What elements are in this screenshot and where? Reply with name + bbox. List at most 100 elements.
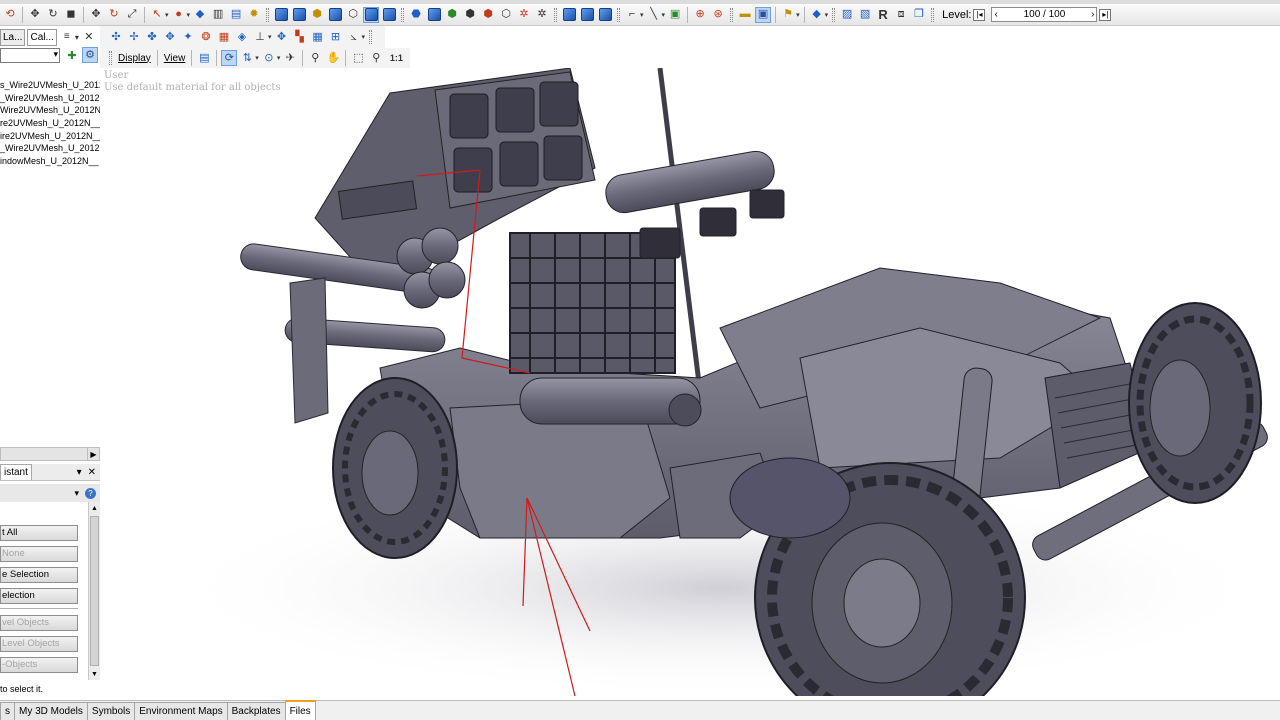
buggy-model[interactable] — [100, 68, 1280, 696]
tab-environment-maps[interactable]: Environment Maps — [134, 702, 228, 720]
tab-catalog-partial[interactable]: s — [0, 702, 15, 720]
tab-symbols[interactable]: Symbols — [86, 702, 136, 720]
undo-icon[interactable]: ⟲ — [2, 7, 18, 23]
snap-center-icon[interactable]: ◈ — [234, 29, 250, 45]
light-icon[interactable]: ✹ — [246, 7, 262, 23]
tree-item[interactable]: indowMesh_U_2012N__ — [0, 155, 100, 168]
toolbar-grip[interactable] — [266, 7, 270, 22]
scale-object-icon[interactable]: ⤢ — [124, 7, 140, 23]
page-icon[interactable]: ▤ — [196, 50, 212, 66]
snap-plane-icon[interactable]: ✣ — [108, 29, 124, 45]
rotate-icon[interactable]: ↻ — [45, 7, 61, 23]
dimension-icon[interactable]: ▣ — [667, 7, 683, 23]
list-menu-icon[interactable]: ≡ — [59, 29, 75, 45]
toolbar-grip[interactable] — [832, 7, 836, 22]
cube-group2-icon[interactable] — [579, 7, 595, 23]
scene-filter-select[interactable] — [0, 48, 60, 63]
tree-item[interactable]: re2UVMesh_U_2012N__ — [0, 117, 100, 130]
grid-icon[interactable]: ▦ — [310, 29, 326, 45]
move-icon[interactable]: ✥ — [27, 7, 43, 23]
level-last-button[interactable]: ▸| — [1099, 8, 1112, 21]
zoom-1to1-button[interactable]: 1:1 — [386, 50, 406, 66]
tab-catalog[interactable]: Cal... — [27, 28, 57, 46]
display-menu[interactable]: Display — [116, 53, 153, 64]
invert-selection-button[interactable]: e Selection — [0, 567, 78, 583]
toolbar-grip[interactable] — [931, 7, 935, 22]
tab-backplates[interactable]: Backplates — [226, 702, 286, 720]
cube-outline-icon[interactable]: ⬡ — [498, 7, 514, 23]
fly-icon[interactable]: ✈ — [282, 50, 298, 66]
help-icon[interactable]: ? — [85, 487, 96, 499]
snap-edge-icon[interactable]: ✦ — [180, 29, 196, 45]
tree-item[interactable]: Wire2UVMesh_U_2012N__ — [0, 104, 100, 117]
bookmark-icon[interactable]: ▚ — [292, 29, 308, 45]
points-icon[interactable]: ✲ — [534, 7, 550, 23]
tab-layers[interactable]: La... — [0, 28, 26, 46]
explode-icon[interactable]: ✲ — [516, 7, 532, 23]
level-stepper[interactable]: ‹ 100 / 100 › — [991, 7, 1098, 22]
toolbar-grip[interactable] — [401, 7, 405, 22]
pan-hand-icon[interactable]: ✋ — [325, 50, 341, 66]
add-icon[interactable]: ✚ — [64, 48, 80, 64]
measure-icon[interactable]: ⦣ — [346, 29, 362, 45]
cube-wire-icon[interactable]: ⬡ — [345, 7, 361, 23]
chevron-down-icon[interactable]: ▾ — [75, 33, 79, 42]
top-level-objects-button[interactable]: vel Objects — [0, 615, 78, 631]
cube-group-icon[interactable] — [561, 7, 577, 23]
rotate-object-icon[interactable]: ↻ — [106, 7, 122, 23]
zoom-window-icon[interactable]: ⬚ — [350, 50, 366, 66]
window-icon[interactable]: ❐ — [911, 7, 927, 23]
render-icon[interactable]: ◆ — [192, 7, 208, 23]
scroll-right-icon[interactable]: ▶ — [87, 448, 99, 460]
multi-hatch-icon[interactable]: ▧ — [857, 7, 873, 23]
cube-top-icon[interactable] — [291, 7, 307, 23]
hide-selection-button[interactable]: election — [0, 588, 78, 604]
zoom-icon[interactable]: ⊕ — [692, 7, 708, 23]
cube-blue-icon[interactable] — [426, 7, 442, 23]
sub-objects-button[interactable]: -Objects — [0, 657, 78, 673]
snap-grid-icon[interactable]: ✤ — [144, 29, 160, 45]
chevron-down-icon[interactable]: ▾ — [74, 488, 79, 499]
hatch-icon[interactable]: ▨ — [839, 7, 855, 23]
chevron-down-icon[interactable]: ▾ — [796, 11, 800, 19]
scroll-down-icon[interactable]: ▼ — [89, 668, 100, 680]
chevron-down-icon[interactable]: ▾ — [255, 54, 259, 62]
scroll-thumb[interactable] — [90, 516, 99, 666]
move-object-icon[interactable]: ✥ — [88, 7, 104, 23]
tab-assistant[interactable]: istant — [0, 464, 32, 480]
same-level-objects-button[interactable]: Level Objects — [0, 636, 78, 652]
sketch-icon[interactable]: ⌐ — [624, 7, 640, 23]
cube-green-icon[interactable]: ⬢ — [444, 7, 460, 23]
cube-dark-icon[interactable]: ⬢ — [462, 7, 478, 23]
chevron-down-icon[interactable]: ▾ — [165, 11, 169, 19]
3d-viewport[interactable]: User Use default material for all object… — [100, 68, 1280, 696]
zoom-fit-icon[interactable]: ⚲ — [368, 50, 384, 66]
select-all-button[interactable]: t All — [0, 525, 78, 541]
toolbar-grip[interactable] — [109, 51, 112, 65]
minus-icon[interactable]: ▬ — [737, 7, 753, 23]
scroll-up-icon[interactable]: ▲ — [89, 502, 100, 514]
snap-point-icon[interactable]: ✥ — [162, 29, 178, 45]
close-icon[interactable]: ✕ — [81, 29, 97, 45]
toolbar-grip[interactable] — [730, 7, 734, 22]
select-none-button[interactable]: None — [0, 546, 78, 562]
material-icon[interactable]: ● — [171, 7, 187, 23]
chevron-down-icon[interactable]: ▾ — [277, 54, 281, 62]
layers-icon[interactable]: ▤ — [228, 7, 244, 23]
chevron-down-icon[interactable]: ▾ — [268, 33, 272, 41]
tree-item[interactable]: _Wire2UVMesh_U_2012N_ — [0, 92, 100, 105]
camera-icon[interactable]: ▣ — [755, 6, 772, 23]
chevron-down-icon[interactable]: ▾ — [362, 33, 366, 41]
level-prev-icon[interactable]: ‹ — [994, 9, 997, 20]
tab-my-3d-models[interactable]: My 3D Models — [14, 702, 88, 720]
line-icon[interactable]: ╲ — [646, 7, 662, 23]
select-tool-icon[interactable]: ↖ — [149, 7, 165, 23]
cube-front-icon[interactable] — [273, 7, 289, 23]
snap-axis-icon[interactable]: ⊥ — [252, 29, 268, 45]
chevron-down-icon[interactable]: ▾ — [187, 11, 191, 19]
toolbar-grip[interactable] — [617, 7, 621, 22]
render-r-icon[interactable]: R — [875, 7, 891, 23]
align-icon[interactable]: ⊞ — [328, 29, 344, 45]
orbit-icon[interactable]: ⟳ — [221, 50, 238, 66]
tree-item[interactable]: _Wire2UVMesh_U_2012N_ — [0, 142, 100, 155]
